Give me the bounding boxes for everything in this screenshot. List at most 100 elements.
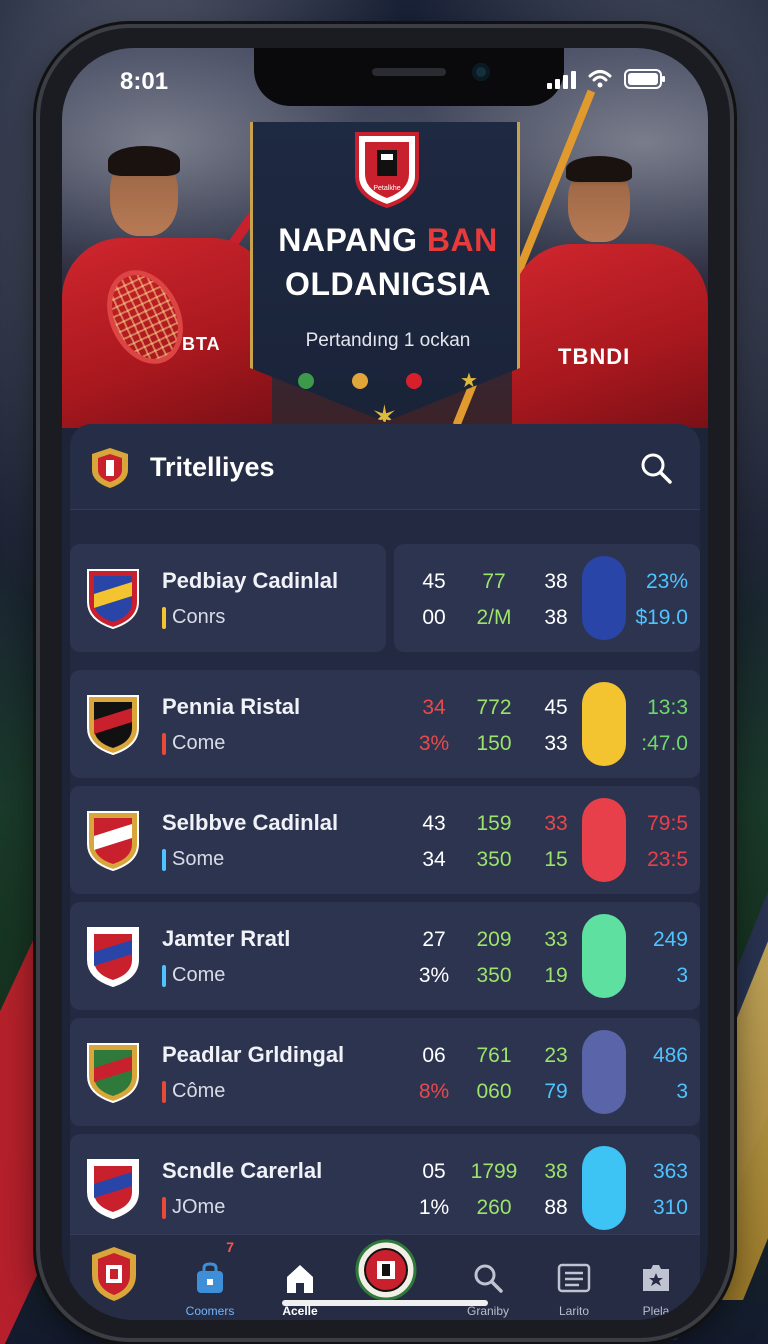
battery-icon <box>624 69 665 89</box>
team-crest-icon <box>87 1043 139 1104</box>
stat-value: 45 <box>544 696 568 719</box>
nav-label: Acelle <box>282 1304 318 1318</box>
stat-value: 34 <box>422 696 446 719</box>
tag-bar <box>162 848 166 871</box>
tag-bar <box>162 732 166 755</box>
team-row[interactable]: Pennia Ristal Come 34 772 45 3% 150 33 13:3 :… <box>70 670 700 778</box>
phone-screen: BTA TBNDI Petalkhe NAPANG BAN OLDANIGSIA… <box>62 48 708 1320</box>
stat-value: 77 <box>482 570 506 593</box>
stat-value: 772 <box>476 696 512 719</box>
team-tag-label: Come <box>172 732 226 754</box>
nav-home[interactable]: Acelle <box>260 1245 340 1318</box>
nav-center-crest[interactable] <box>346 1239 426 1306</box>
team-name: Peadlar Grldingal <box>162 1042 345 1067</box>
team-tag: Côme <box>162 1080 225 1103</box>
team-tag-label: Côme <box>172 1080 226 1102</box>
stat-value: 38 <box>544 570 568 593</box>
stat-value: 45 <box>422 570 446 593</box>
stat-value: 1799 <box>470 1160 518 1183</box>
stat-value: 88 <box>544 1196 568 1219</box>
team-info[interactable]: Pedbiay Cadinlal Conrs <box>70 544 386 652</box>
team-row[interactable]: Peadlar Grldingal Côme 06 761 23 8% 060 79 48… <box>70 1018 700 1126</box>
team-tag: Come <box>162 964 225 987</box>
bottom-nav: 7 Coomers Acelle Graniby Larito Plela <box>70 1234 700 1320</box>
player-left-hair <box>108 146 180 176</box>
event-title-part1: NAPANG <box>278 222 427 258</box>
stat-value: 33 <box>544 732 568 755</box>
stat-value: 260 <box>476 1196 512 1219</box>
event-banner[interactable]: Petalkhe NAPANG BAN OLDANIGSIA Pertandın… <box>250 122 520 422</box>
event-title: NAPANG BAN OLDANIGSIA <box>253 218 520 306</box>
team-name: Selbbve Cadinlal <box>162 810 339 835</box>
nav-label: Graniby <box>466 1304 510 1318</box>
ratio-value: 23% <box>645 570 688 593</box>
stat-value: 060 <box>476 1080 512 1103</box>
standings-card: Tritelliyes Pedbiay Cadinlal Conrs 45 77… <box>70 424 700 1320</box>
team-row[interactable]: Pedbiay Cadinlal Conrs 45 77 38 00 2/M 38 23%… <box>70 544 700 652</box>
team-tag-label: Come <box>172 964 226 986</box>
team-crest-icon <box>87 695 139 756</box>
amount-value: 310 <box>652 1196 688 1219</box>
ratio-value: 249 <box>652 928 688 951</box>
player-right-jersey <box>512 244 708 428</box>
nav-club-crest[interactable] <box>74 1245 154 1312</box>
amount-value: 23:5 <box>647 848 688 871</box>
tag-bar <box>162 964 166 987</box>
green-dot-icon <box>298 372 315 389</box>
event-title-accent: BAN <box>426 222 498 258</box>
team-row[interactable]: Scndle Carerlal JOme 05 1799 38 1% 260 88 363… <box>70 1134 700 1242</box>
club-crest-icon: Petalkhe <box>355 132 419 208</box>
stat-value: 43 <box>422 812 446 835</box>
stat-value: 8% <box>418 1080 450 1103</box>
crest-caption: Petalkhe <box>373 185 400 192</box>
nav-graniby[interactable]: Graniby <box>448 1245 528 1318</box>
standings-title: Tritelliyes <box>150 452 275 482</box>
team-crest-icon <box>87 811 139 872</box>
stat-value: 209 <box>476 928 512 951</box>
team-tag: Conrs <box>162 606 225 629</box>
club-crest-icon <box>92 1247 136 1301</box>
team-name: Pennia Ristal <box>162 694 301 719</box>
search-icon <box>474 1264 503 1293</box>
stat-value: 33 <box>544 812 568 835</box>
cellular-signal-icon <box>547 69 576 89</box>
team-tag: Come <box>162 732 225 755</box>
stat-value: 3% <box>418 964 450 987</box>
event-title-line2: OLDANIGSIA <box>285 266 491 302</box>
stat-value: 350 <box>476 848 512 871</box>
stat-value: 38 <box>544 606 568 629</box>
stat-value: 3% <box>418 732 450 755</box>
team-row[interactable]: Selbbve Cadinlal Some 43 159 33 34 350 15 79:… <box>70 786 700 894</box>
status-icons <box>547 68 666 90</box>
home-indicator[interactable] <box>282 1300 488 1306</box>
list-icon <box>557 1263 591 1293</box>
stat-value: 27 <box>422 928 446 951</box>
amount-value: 3 <box>676 964 688 987</box>
team-tag-label: JOme <box>172 1196 226 1218</box>
home-icon <box>287 1265 313 1293</box>
nav-label: Coomers <box>185 1304 235 1318</box>
ratio-value: 363 <box>652 1160 688 1183</box>
search-icon[interactable] <box>638 450 674 486</box>
team-crest-icon <box>87 1159 139 1220</box>
team-row[interactable]: Jamter Rratl Come 27 209 33 3% 350 19 249 3 <box>70 902 700 1010</box>
league-crest-icon <box>92 448 128 488</box>
player-left-jersey-text: BTA <box>182 334 221 354</box>
player-right-jersey-text: TBNDI <box>558 344 631 369</box>
nav-label: Plela <box>642 1304 670 1318</box>
team-tag: JOme <box>162 1196 225 1219</box>
tag-bar <box>162 606 166 629</box>
bag-icon <box>197 1262 223 1293</box>
nav-plela[interactable]: Plela <box>616 1245 696 1318</box>
stat-value: 761 <box>476 1044 512 1067</box>
nav-larito[interactable]: Larito <box>534 1245 614 1318</box>
stat-value: 06 <box>422 1044 446 1067</box>
team-tag: Some <box>162 848 224 871</box>
team-tag-label: Some <box>172 848 225 870</box>
wifi-icon <box>588 70 612 88</box>
stat-value: 05 <box>422 1160 446 1183</box>
team-crest-icon <box>87 569 139 630</box>
nav-coomers[interactable]: 7 Coomers <box>170 1239 250 1318</box>
event-subtitle: Pertandıng 1 ockan <box>305 330 471 351</box>
status-time: 8:01 <box>120 68 169 95</box>
